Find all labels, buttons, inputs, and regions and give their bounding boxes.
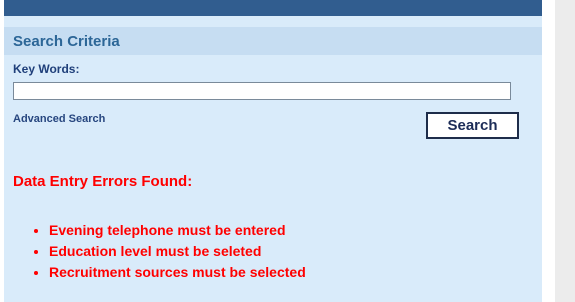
panel-title: Search Criteria (13, 33, 120, 50)
error-item: Recruitment sources must be selected (49, 263, 306, 284)
error-item: Evening telephone must be entered (49, 221, 306, 242)
keywords-label: Key Words: (13, 62, 80, 76)
search-criteria-panel: Search Criteria Key Words: Advanced Sear… (4, 0, 542, 302)
error-list: Evening telephone must be entered Educat… (49, 221, 306, 284)
error-item: Education level must be seleted (49, 242, 306, 263)
search-button[interactable]: Search (426, 112, 519, 139)
keywords-input[interactable] (13, 82, 511, 100)
advanced-search-link[interactable]: Advanced Search (13, 113, 105, 125)
right-side-panel (555, 0, 575, 302)
top-bar (4, 0, 542, 16)
panel-header: Search Criteria (4, 27, 542, 55)
error-title: Data Entry Errors Found: (13, 173, 193, 190)
